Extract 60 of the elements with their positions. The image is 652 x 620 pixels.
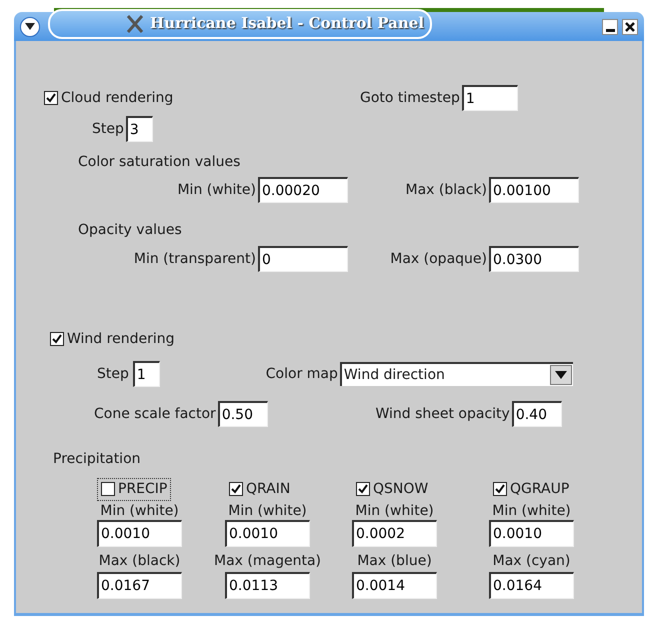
input-field[interactable]: 0.0010	[225, 520, 310, 547]
input-field[interactable]: 0.0010	[489, 520, 574, 547]
window-menu-button[interactable]	[20, 16, 40, 36]
checkbox[interactable]: Cloud rendering	[40, 86, 360, 110]
label: Color saturation values	[78, 154, 240, 170]
label: Color map	[264, 364, 338, 384]
label: Precipitation	[53, 451, 141, 467]
label: Step	[97, 364, 129, 384]
label: Max (cyan)	[492, 552, 570, 570]
input-field[interactable]: 0.0300	[489, 246, 579, 272]
label: Cone scale factor	[94, 404, 216, 424]
label: Max (black)	[98, 552, 180, 570]
checkmark-icon	[358, 484, 368, 494]
checkbox[interactable]: QRAIN	[225, 478, 294, 500]
close-button[interactable]	[622, 18, 638, 34]
checkmark-icon	[46, 93, 56, 103]
input-field[interactable]: 3	[126, 116, 153, 142]
checkbox[interactable]: PRECIP	[97, 478, 172, 500]
label: Max (opaque)	[389, 250, 487, 268]
label: Goto timestep	[360, 88, 460, 108]
checkmark-icon	[52, 334, 62, 344]
label: Min (white)	[492, 502, 571, 520]
window-title: Hurricane Isabel - Control Panel	[150, 13, 424, 34]
label: Min (white)	[176, 180, 256, 200]
label: Step	[92, 120, 124, 138]
label: Min (transparent)	[132, 250, 256, 268]
input-field[interactable]: 0.0164	[489, 572, 574, 599]
input-field[interactable]: 0.00020	[258, 177, 348, 203]
input-field[interactable]: 0.0113	[225, 572, 310, 599]
checkmark-icon	[231, 484, 241, 494]
close-icon	[625, 22, 635, 32]
minimize-button[interactable]	[602, 18, 618, 34]
input-field[interactable]: 0.40	[512, 401, 562, 427]
label: Max (blue)	[357, 552, 432, 570]
checkbox[interactable]: QSNOW	[352, 478, 432, 500]
minimize-icon	[606, 28, 614, 32]
label: Min (white)	[100, 502, 179, 520]
input-field[interactable]: 0.0014	[352, 572, 437, 599]
input-field[interactable]: 0.0002	[352, 520, 437, 547]
input-field[interactable]: 0.50	[218, 401, 268, 427]
dropdown-button[interactable]	[550, 365, 572, 385]
input-field[interactable]: 0	[258, 246, 348, 272]
label: Max (magenta)	[214, 552, 321, 570]
dropdown[interactable]: Wind direction	[340, 362, 573, 386]
input-field[interactable]: 0.0167	[97, 572, 182, 599]
checkbox[interactable]: QGRAUP	[489, 478, 574, 500]
checkmark-icon	[495, 484, 505, 494]
caret-icon	[25, 23, 35, 30]
input-field[interactable]: 0.00100	[489, 177, 579, 203]
label: Min (white)	[228, 502, 307, 520]
x-logo-icon	[126, 14, 144, 32]
input-field[interactable]: 1	[132, 361, 160, 387]
label: Wind sheet opacity	[374, 404, 510, 424]
label: Opacity values	[78, 222, 182, 238]
caret-icon	[554, 371, 567, 379]
input-field[interactable]: 1	[462, 85, 518, 111]
label: Min (white)	[355, 502, 434, 520]
label: Max (black)	[404, 180, 487, 200]
checkbox[interactable]: Wind rendering	[46, 328, 178, 350]
input-field[interactable]: 0.0010	[97, 520, 182, 547]
